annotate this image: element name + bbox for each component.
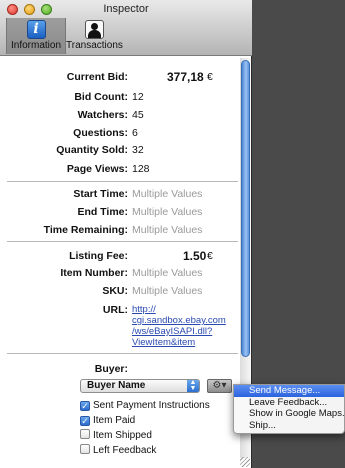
- checkbox-checked-icon[interactable]: ✓: [80, 416, 90, 426]
- current-bid-currency: €: [207, 71, 213, 83]
- end-time-label: End Time:: [77, 206, 128, 218]
- buyer-row: Buyer:: [0, 362, 238, 376]
- inspector-window: Inspector i Information Transactions Cur…: [0, 0, 252, 468]
- divider: [7, 353, 238, 354]
- listing-fee-row: Listing Fee: 1.50 €: [0, 249, 238, 263]
- toolbar-information-button[interactable]: i Information: [6, 18, 66, 54]
- quantity-sold-row: Quantity Sold: 32: [0, 143, 238, 157]
- gear-action-button[interactable]: ⚙▾: [207, 379, 232, 393]
- time-remaining-label: Time Remaining:: [43, 224, 128, 236]
- checkbox-unchecked-icon[interactable]: [80, 444, 90, 454]
- item-number-row: Item Number: Multiple Values: [0, 266, 238, 280]
- current-bid-row: Current Bid: 377,18 €: [0, 70, 238, 84]
- toolbar-transactions-label: Transactions: [66, 40, 123, 51]
- time-remaining-value: Multiple Values: [132, 224, 203, 236]
- divider: [7, 181, 238, 182]
- sku-label: SKU:: [102, 285, 128, 297]
- url-line: http://: [132, 304, 156, 315]
- toolbar-transactions-button[interactable]: Transactions: [66, 18, 123, 54]
- start-time-label: Start Time:: [73, 188, 128, 200]
- quantity-sold-value: 32: [132, 144, 144, 156]
- title-bar: Inspector i Information Transactions: [0, 0, 252, 56]
- checkbox-item-paid[interactable]: ✓ Item Paid: [80, 414, 135, 427]
- current-bid-label: Current Bid:: [66, 71, 128, 83]
- checkbox-item-shipped[interactable]: Item Shipped: [80, 429, 152, 442]
- sku-row: SKU: Multiple Values: [0, 284, 238, 298]
- checkbox-label: Item Shipped: [93, 430, 152, 441]
- buyer-label: Buyer:: [94, 363, 128, 375]
- divider: [7, 241, 238, 242]
- url-row: URL: http:// cgi.sandbox.ebay.com /ws/eB…: [0, 303, 238, 349]
- listing-fee-currency: €: [207, 250, 213, 262]
- menu-item-show-in-google-maps[interactable]: Show in Google Maps...: [234, 408, 345, 420]
- listing-fee-value: 1.50: [183, 249, 207, 263]
- checkbox-left-feedback[interactable]: Left Feedback: [80, 444, 156, 457]
- watchers-row: Watchers: 45: [0, 108, 238, 122]
- person-icon: [84, 20, 104, 39]
- toolbar-information-label: Information: [10, 40, 62, 51]
- end-time-value: Multiple Values: [132, 206, 203, 218]
- checkbox-unchecked-icon[interactable]: [80, 429, 90, 439]
- bid-count-label: Bid Count:: [74, 91, 128, 103]
- bid-count-value: 12: [132, 91, 144, 103]
- page-views-value: 128: [132, 163, 150, 175]
- watchers-label: Watchers:: [77, 109, 128, 121]
- item-number-value: Multiple Values: [132, 267, 203, 279]
- questions-value: 6: [132, 127, 138, 139]
- gear-icon: ⚙▾: [212, 380, 227, 391]
- listing-url-link[interactable]: http:// cgi.sandbox.ebay.com /ws/eBayISA…: [132, 304, 226, 348]
- buyer-popup-button[interactable]: Buyer Name ▲ ▼: [80, 379, 200, 393]
- page-views-label: Page Views:: [66, 163, 128, 175]
- url-line: /ws/eBayISAPI.dll?: [132, 326, 213, 337]
- start-time-value: Multiple Values: [132, 188, 203, 200]
- scrollbar-thumb[interactable]: [241, 60, 250, 357]
- updown-arrows-icon: ▲ ▼: [187, 379, 199, 392]
- url-label: URL:: [102, 304, 128, 316]
- page-views-row: Page Views: 128: [0, 162, 238, 176]
- start-time-row: Start Time: Multiple Values: [0, 187, 238, 201]
- questions-row: Questions: 6: [0, 126, 238, 140]
- bid-count-row: Bid Count: 12: [0, 90, 238, 104]
- quantity-sold-label: Quantity Sold:: [56, 144, 128, 156]
- item-number-label: Item Number:: [60, 267, 128, 279]
- watchers-value: 45: [132, 109, 144, 121]
- time-remaining-row: Time Remaining: Multiple Values: [0, 223, 238, 237]
- buyer-popup-value: Buyer Name: [87, 380, 146, 391]
- url-line: ViewItem&item: [132, 337, 196, 348]
- action-menu: Send Message... Leave Feedback... Show i…: [233, 384, 345, 434]
- resize-grip-icon[interactable]: [240, 457, 250, 467]
- questions-label: Questions:: [73, 127, 128, 139]
- checkbox-checked-icon[interactable]: ✓: [80, 401, 90, 411]
- menu-item-send-message[interactable]: Send Message...: [234, 385, 344, 397]
- info-icon: i: [26, 20, 46, 39]
- menu-item-leave-feedback[interactable]: Leave Feedback...: [234, 397, 344, 409]
- checkbox-label: Sent Payment Instructions: [93, 400, 210, 411]
- url-line: cgi.sandbox.ebay.com: [132, 315, 226, 326]
- menu-item-ship[interactable]: Ship...: [234, 420, 344, 432]
- sku-value: Multiple Values: [132, 285, 203, 297]
- end-time-row: End Time: Multiple Values: [0, 205, 238, 219]
- checkbox-sent-payment-instructions[interactable]: ✓ Sent Payment Instructions: [80, 399, 210, 412]
- checkbox-label: Left Feedback: [93, 445, 157, 456]
- listing-fee-label: Listing Fee:: [69, 250, 128, 262]
- window-title: Inspector: [103, 3, 149, 15]
- current-bid-value: 377,18: [167, 70, 204, 84]
- checkbox-label: Item Paid: [93, 415, 136, 426]
